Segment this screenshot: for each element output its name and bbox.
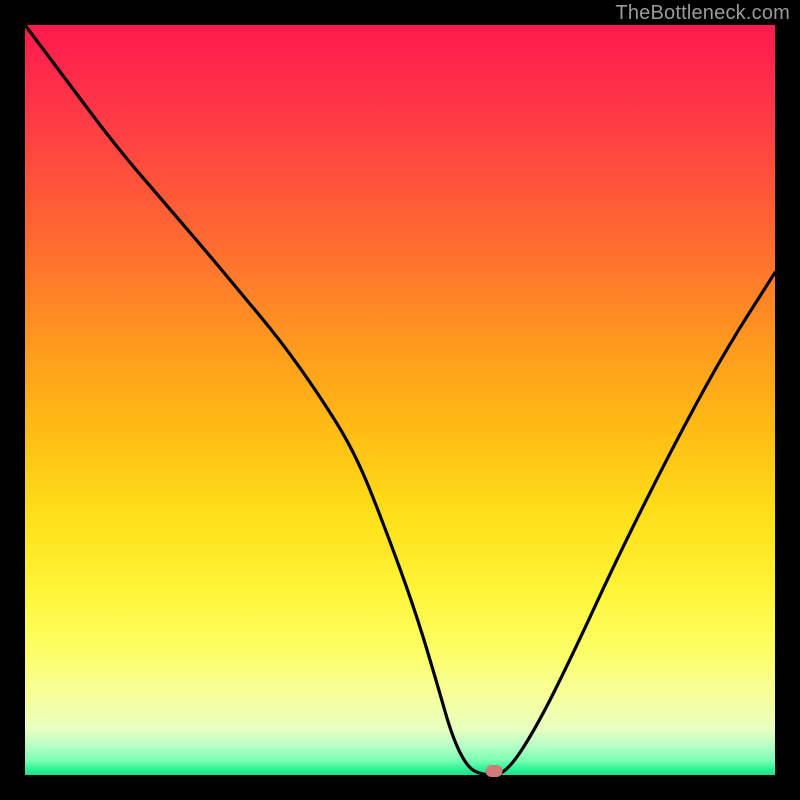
watermark-text: TheBottleneck.com (615, 2, 790, 25)
optimal-marker (485, 765, 502, 777)
plot-area (25, 25, 775, 775)
chart-frame: TheBottleneck.com (0, 0, 800, 800)
